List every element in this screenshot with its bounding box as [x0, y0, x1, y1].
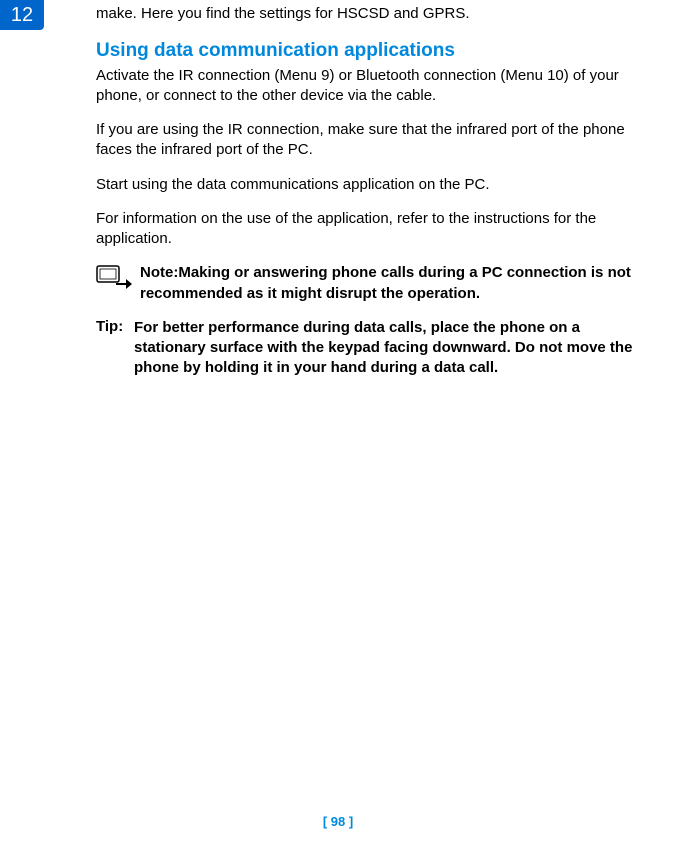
note-label: Note: — [140, 264, 178, 281]
paragraph-4: For information on the use of the applic… — [96, 209, 646, 250]
tip-text: For better performance during data calls… — [134, 318, 646, 379]
tip-label: Tip: — [96, 318, 134, 335]
continuation-text: make. Here you find the settings for HSC… — [96, 4, 646, 24]
note-text: Note:Making or answering phone calls dur… — [140, 263, 646, 304]
tip-block: Tip: For better performance during data … — [96, 318, 646, 379]
chapter-number: 12 — [11, 4, 33, 27]
note-body: Making or answering phone calls during a… — [140, 264, 631, 301]
chapter-tab: 12 — [0, 0, 44, 30]
page-content: make. Here you find the settings for HSC… — [96, 4, 646, 393]
paragraph-1: Activate the IR connection (Menu 9) or B… — [96, 66, 646, 107]
paragraph-3: Start using the data communications appl… — [96, 175, 646, 195]
note-block: Note:Making or answering phone calls dur… — [96, 263, 646, 304]
paragraph-2: If you are using the IR connection, make… — [96, 120, 646, 161]
page-number: [ 98 ] — [0, 814, 676, 829]
note-icon — [96, 265, 132, 289]
section-heading: Using data communication applications — [96, 40, 646, 62]
